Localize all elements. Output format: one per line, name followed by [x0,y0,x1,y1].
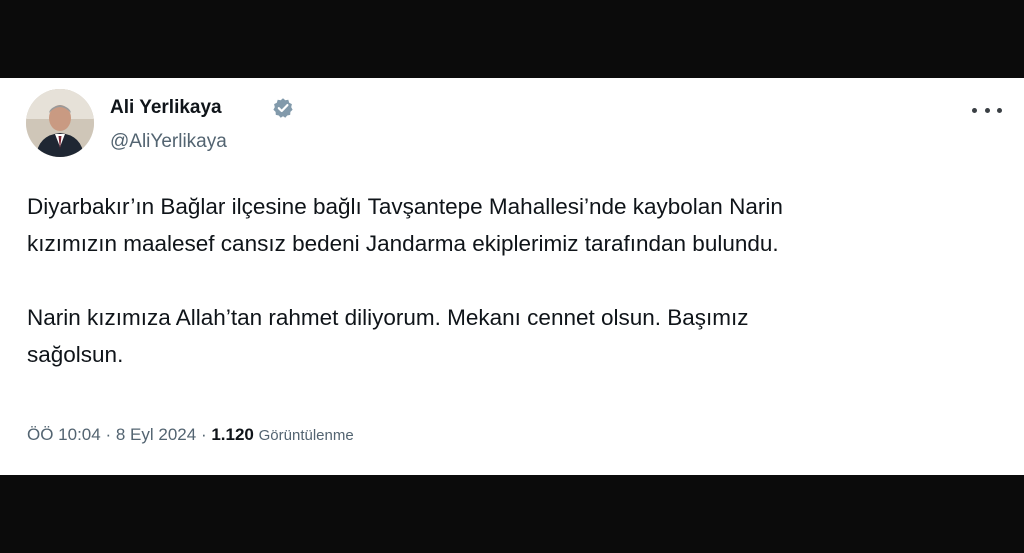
more-options-button[interactable] [972,100,1002,120]
tweet-date[interactable]: 8 Eyl 2024 [116,425,196,444]
avatar-photo [26,89,94,157]
meta-separator: · [105,425,112,444]
avatar[interactable] [26,89,94,157]
more-horizontal-icon [972,107,977,113]
views-label: Görüntülenme [258,427,354,444]
views-count: 1.120 [211,425,254,444]
tweet-text-line: kızımızın maalesef cansız bedeni Jandarm… [27,231,779,256]
tweet-text-line: Narin kızımıza Allah’tan rahmet diliyoru… [27,305,749,330]
letterbox-bottom [0,475,1024,553]
tweet-time[interactable]: ÖÖ 10:04 [27,425,101,444]
meta-separator: · [200,425,207,444]
tweet-text-line: Diyarbakır’ın Bağlar ilçesine bağlı Tavş… [27,194,783,219]
verified-badge-icon [273,98,293,118]
tweet-text-line: sağolsun. [27,342,124,367]
letterbox-top [0,0,1024,78]
author-name[interactable]: Ali Yerlikaya [110,97,222,119]
tweet-text: Diyarbakır’ın Bağlar ilçesine bağlı Tavş… [27,188,1002,373]
author-handle[interactable]: @AliYerlikaya [110,131,227,153]
tweet-meta: ÖÖ 10:04 · 8 Eyl 2024 · 1.120 Görüntülen… [27,424,354,447]
